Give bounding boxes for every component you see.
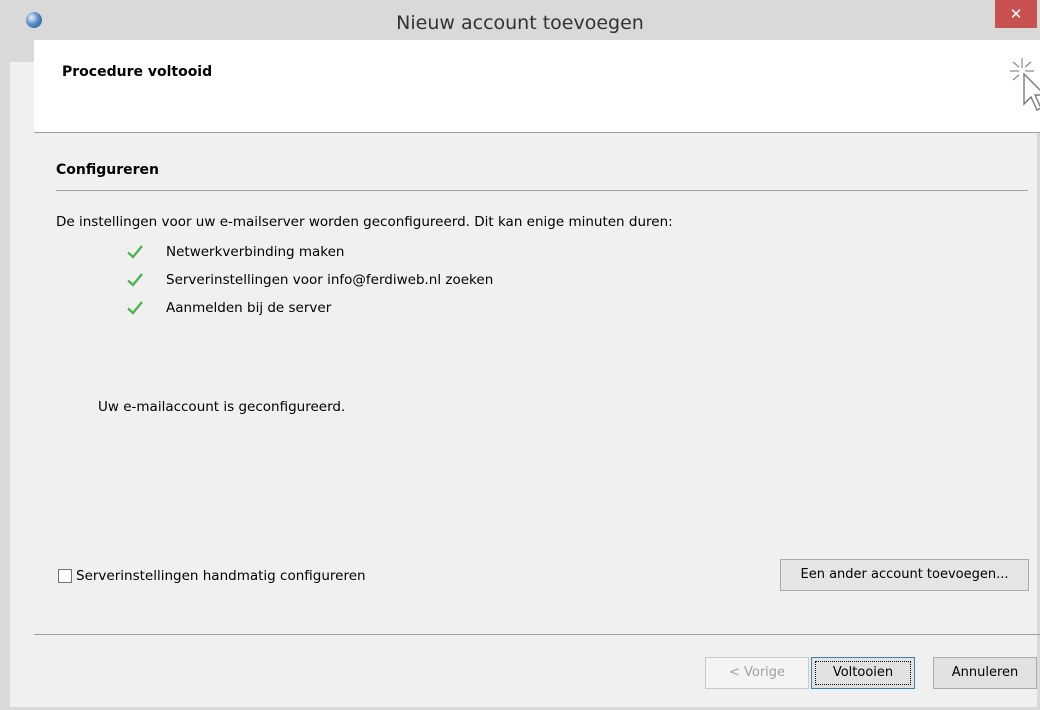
section-divider bbox=[56, 190, 1028, 191]
step-label: Serverinstellingen voor info@ferdiweb.nl… bbox=[166, 272, 494, 288]
step-label: Netwerkverbinding maken bbox=[166, 244, 345, 260]
window-title: Nieuw account toevoegen bbox=[396, 12, 644, 34]
add-another-account-button[interactable]: Een ander account toevoegen... bbox=[780, 559, 1029, 591]
step-label: Aanmelden bij de server bbox=[166, 300, 332, 316]
manual-config-label[interactable]: Serverinstellingen handmatig configurere… bbox=[76, 568, 366, 584]
step-item: Aanmelden bij de server bbox=[126, 298, 331, 318]
dialog-window: Nieuw account toevoegen ✕ Procedure volt… bbox=[0, 0, 1040, 710]
checkmark-icon bbox=[127, 301, 143, 315]
finish-button[interactable]: Voltooien bbox=[811, 657, 915, 689]
section-title: Configureren bbox=[56, 162, 159, 178]
checkmark-icon bbox=[127, 273, 143, 287]
header-panel: Procedure voltooid bbox=[34, 40, 1040, 133]
footer-divider bbox=[34, 634, 1040, 635]
cancel-button[interactable]: Annuleren bbox=[933, 657, 1037, 689]
previous-button[interactable]: < Vorige bbox=[705, 657, 809, 689]
manual-config-checkbox[interactable] bbox=[58, 569, 72, 583]
page-title: Procedure voltooid bbox=[62, 64, 213, 80]
checkmark-icon bbox=[127, 245, 143, 259]
step-item: Serverinstellingen voor info@ferdiweb.nl… bbox=[126, 270, 493, 290]
step-item: Netwerkverbinding maken bbox=[126, 242, 345, 262]
status-message: Uw e-mailaccount is geconfigureerd. bbox=[98, 399, 346, 415]
close-button[interactable]: ✕ bbox=[995, 0, 1037, 28]
finish-button-label: Voltooien bbox=[832, 665, 894, 680]
manual-config-option[interactable]: Serverinstellingen handmatig configurere… bbox=[58, 568, 366, 584]
intro-text: De instellingen voor uw e-mailserver wor… bbox=[56, 214, 673, 230]
cursor-click-icon bbox=[1010, 58, 1040, 111]
